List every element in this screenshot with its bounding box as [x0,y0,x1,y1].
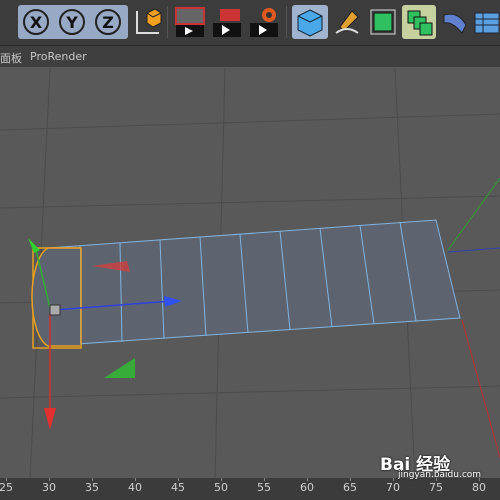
world-z-axis-line [447,247,500,253]
render-settings-button[interactable] [246,5,282,39]
ruler-tick-label: 30 [42,481,56,494]
ruler-tick-label: 40 [128,481,142,494]
viewport-canvas[interactable] [0,68,500,478]
floor-button[interactable] [472,5,500,39]
render-settings-icon [250,8,278,37]
deformer-icon [443,13,467,34]
x-axis-arrow-icon[interactable] [44,408,56,430]
world-y-axis-line [447,177,500,251]
array-button[interactable] [402,5,436,39]
render-view-button[interactable] [172,5,208,39]
floor-icon [474,12,499,34]
coordinate-system-button[interactable] [132,5,164,39]
pen-spline-icon [335,10,359,34]
world-x-axis-line [461,319,500,459]
viewport-menubar: 面板 ProRender [0,46,500,67]
menu-prorender[interactable]: ProRender [30,50,87,63]
render-picture-queue-icon [213,9,241,37]
toolbar: X Y Z [0,0,500,46]
axis-lock-group: X Y Z [18,5,128,39]
ruler-tick-label: 55 [257,481,271,494]
ruler-tick-label: 50 [214,481,228,494]
ruler-tick-label: 65 [343,481,357,494]
watermark: Bai 经验 jingyan.baidu.com [380,450,481,480]
array-icon [407,10,433,36]
gizmo-center-handle[interactable] [49,304,61,316]
timeline-ruler[interactable]: 25 30 35 40 45 50 55 60 65 70 75 80 [0,478,500,500]
3d-viewport[interactable] [0,68,500,478]
pen-button[interactable] [330,5,364,39]
x-axis-lock-button[interactable]: X [23,9,49,35]
coordinate-system-icon [136,8,162,34]
ruler-tick-label: 75 [429,481,443,494]
ruler-tick-label: 80 [472,481,486,494]
subdivision-icon [370,9,396,35]
xz-plane-handle[interactable] [104,358,135,378]
watermark-site: jingyan.baidu.com [398,470,482,480]
ruler-tick-label: 70 [386,481,400,494]
render-view-icon [175,7,205,37]
ruler-tick-label: 35 [85,481,99,494]
render-queue-button[interactable] [209,5,245,39]
deformer-button[interactable] [438,5,472,39]
ruler-tick-label: 25 [0,481,13,494]
z-axis-lock-button[interactable]: Z [95,9,121,35]
ruler-tick-label: 60 [300,481,314,494]
ruler-tick-label: 45 [171,481,185,494]
y-axis-lock-button[interactable]: Y [59,9,85,35]
cube-icon [297,9,323,37]
y-axis-arrow-icon[interactable] [28,238,40,253]
subdivision-button[interactable] [366,5,400,39]
menu-panel[interactable]: 面板 [0,50,22,66]
mesh-plane[interactable] [47,219,461,347]
cube-button[interactable] [292,5,328,39]
